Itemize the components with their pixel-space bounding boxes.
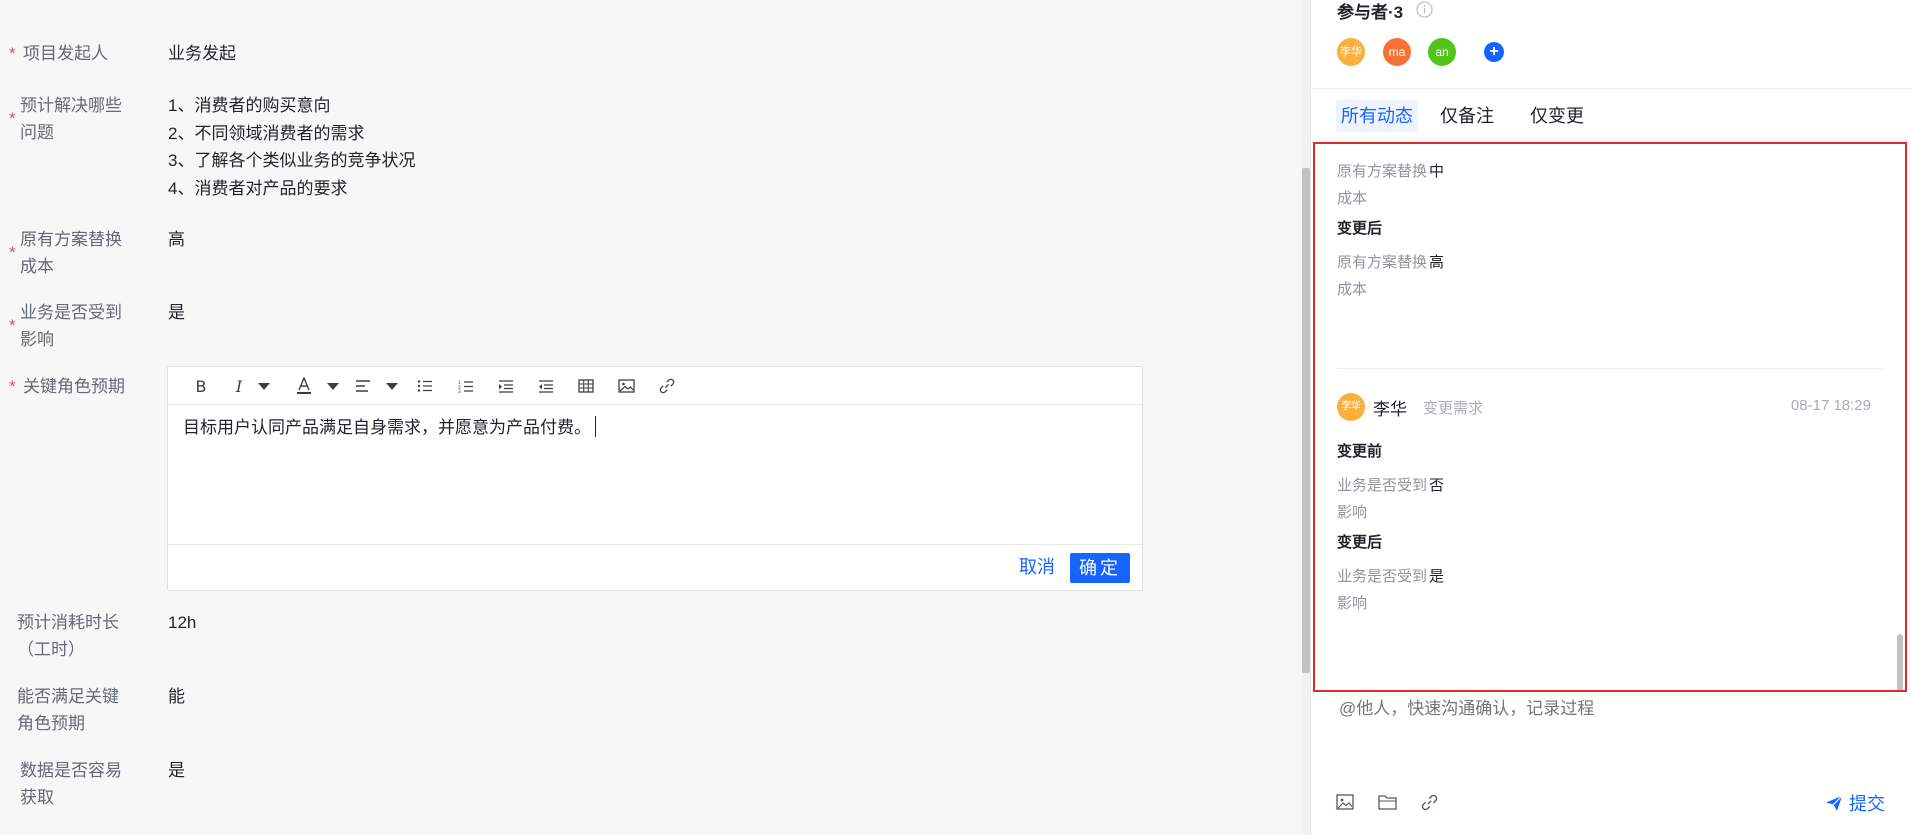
field-label: 能否满足关键角色预期 bbox=[17, 687, 119, 733]
list-line: 4、消费者对产品的要求 bbox=[168, 178, 348, 198]
indent-icon[interactable] bbox=[497, 375, 515, 397]
chevron-down-icon[interactable] bbox=[385, 375, 399, 397]
activity-separator bbox=[1337, 368, 1883, 369]
field-label: 数据是否容易获取 bbox=[20, 761, 122, 807]
participant-avatar[interactable]: ma bbox=[1383, 38, 1411, 66]
activity-action: 变更需求 bbox=[1423, 400, 1484, 417]
field-value[interactable]: 12h bbox=[168, 609, 196, 637]
editor-toolbar: B I 123 bbox=[168, 367, 1142, 405]
activity-time: 08-17 18:29 bbox=[1790, 397, 1871, 414]
confirm-button[interactable]: 确定 bbox=[1070, 553, 1130, 583]
image-icon[interactable] bbox=[617, 375, 635, 397]
divider bbox=[1311, 88, 1911, 89]
text-caret bbox=[595, 416, 596, 437]
list-line: 2、不同领域消费者的需求 bbox=[168, 123, 365, 143]
tab-notes-only[interactable]: 仅备注 bbox=[1435, 100, 1499, 132]
requirement-form: * 项目发起人 业务发起 * 预计解决哪些问题 1、消费者的购买意向 2、不同领… bbox=[0, 0, 1302, 835]
font-color-icon[interactable] bbox=[295, 375, 313, 397]
cancel-button[interactable]: 取消 bbox=[1019, 553, 1055, 581]
required-mark: * bbox=[9, 243, 16, 262]
required-mark: * bbox=[9, 377, 16, 396]
tab-changes-only[interactable]: 仅变更 bbox=[1525, 100, 1589, 132]
link-icon[interactable] bbox=[1421, 794, 1441, 814]
main-scrollbar[interactable] bbox=[1302, 0, 1310, 835]
italic-icon[interactable]: I bbox=[231, 375, 247, 397]
avatar: 李华 bbox=[1337, 393, 1365, 421]
change-field-label: 业务是否受到影响 bbox=[1337, 568, 1428, 612]
activity-panel: 参与者·3 李华 ma an + 所有动态 仅备注 仅变更 原有方案替换成本 中… bbox=[1310, 0, 1911, 835]
list-line: 1、消费者的购买意向 bbox=[168, 96, 331, 115]
comment-input[interactable] bbox=[1337, 698, 1881, 720]
activity-scrollbar-thumb[interactable] bbox=[1897, 634, 1903, 690]
field-label: 预计解决哪些问题 bbox=[20, 96, 122, 142]
chevron-down-icon[interactable] bbox=[326, 375, 340, 397]
field-label: 关键角色预期 bbox=[23, 377, 125, 396]
change-field-label: 业务是否受到影响 bbox=[1337, 477, 1428, 521]
field-value[interactable]: 是 bbox=[168, 757, 185, 785]
folder-icon[interactable] bbox=[1378, 794, 1398, 814]
numbered-list-icon[interactable]: 123 bbox=[457, 375, 475, 397]
participant-avatar[interactable]: 李华 bbox=[1337, 38, 1365, 66]
list-line: 3、了解各个类似业务的竞争状况 bbox=[168, 151, 416, 170]
rich-text-editor[interactable]: B I 123 目标用户认同产品满足自身需求，并愿意为产品付费。 取消 确定 bbox=[167, 366, 1143, 591]
main-scrollbar-thumb[interactable] bbox=[1302, 168, 1310, 673]
after-change-heading: 变更后 bbox=[1337, 534, 1383, 551]
required-mark: * bbox=[9, 316, 16, 335]
align-icon[interactable] bbox=[354, 375, 372, 397]
table-icon[interactable] bbox=[577, 375, 595, 397]
change-field-label: 原有方案替换成本 bbox=[1337, 163, 1428, 207]
field-value[interactable]: 是 bbox=[168, 299, 185, 327]
field-value[interactable]: 能 bbox=[168, 683, 185, 711]
image-icon[interactable] bbox=[1336, 794, 1356, 814]
field-label: 业务是否受到影响 bbox=[20, 303, 122, 349]
participants-title: 参与者·3 bbox=[1337, 3, 1404, 22]
field-label: 预计消耗时长（工时） bbox=[17, 613, 119, 659]
participant-avatar[interactable]: an bbox=[1428, 38, 1456, 66]
add-participant-button[interactable]: + bbox=[1484, 42, 1504, 62]
info-icon[interactable] bbox=[1416, 1, 1433, 23]
field-label: 原有方案替换成本 bbox=[20, 230, 122, 276]
svg-text:3: 3 bbox=[458, 389, 461, 393]
submit-label: 提交 bbox=[1849, 794, 1885, 814]
submit-button[interactable]: 提交 bbox=[1825, 790, 1885, 816]
before-change-heading: 变更前 bbox=[1337, 443, 1383, 460]
field-value[interactable]: 1、消费者的购买意向 2、不同领域消费者的需求 3、了解各个类似业务的竞争状况 … bbox=[168, 92, 415, 202]
change-field-value: 是 bbox=[1429, 568, 1445, 585]
required-mark: * bbox=[9, 109, 16, 128]
activity-list[interactable]: 原有方案替换成本 中 变更后 原有方案替换成本 高 李华 李华 变更需求 08-… bbox=[1313, 142, 1907, 692]
tab-all-activity[interactable]: 所有动态 bbox=[1336, 100, 1418, 132]
editor-content[interactable]: 目标用户认同产品满足自身需求，并愿意为产品付费。 bbox=[183, 413, 596, 438]
bold-icon[interactable]: B bbox=[192, 375, 210, 397]
required-mark: * bbox=[9, 44, 16, 63]
send-icon bbox=[1826, 795, 1843, 811]
activity-user[interactable]: 李华 bbox=[1373, 395, 1407, 420]
field-value[interactable]: 业务发起 bbox=[168, 40, 236, 68]
change-field-label: 原有方案替换成本 bbox=[1337, 254, 1428, 298]
outdent-icon[interactable] bbox=[537, 375, 555, 397]
editor-text: 目标用户认同产品满足自身需求，并愿意为产品付费。 bbox=[183, 418, 591, 437]
bullet-list-icon[interactable] bbox=[416, 375, 434, 397]
change-field-value: 高 bbox=[1429, 254, 1445, 271]
field-value[interactable]: 高 bbox=[168, 226, 185, 254]
field-label: 项目发起人 bbox=[23, 44, 108, 63]
change-field-value: 中 bbox=[1429, 163, 1445, 180]
change-field-value: 否 bbox=[1429, 477, 1445, 494]
editor-footer: 取消 确定 bbox=[168, 544, 1142, 590]
after-change-heading: 变更后 bbox=[1337, 220, 1383, 237]
link-icon[interactable] bbox=[658, 375, 676, 397]
chevron-down-icon[interactable] bbox=[257, 375, 271, 397]
